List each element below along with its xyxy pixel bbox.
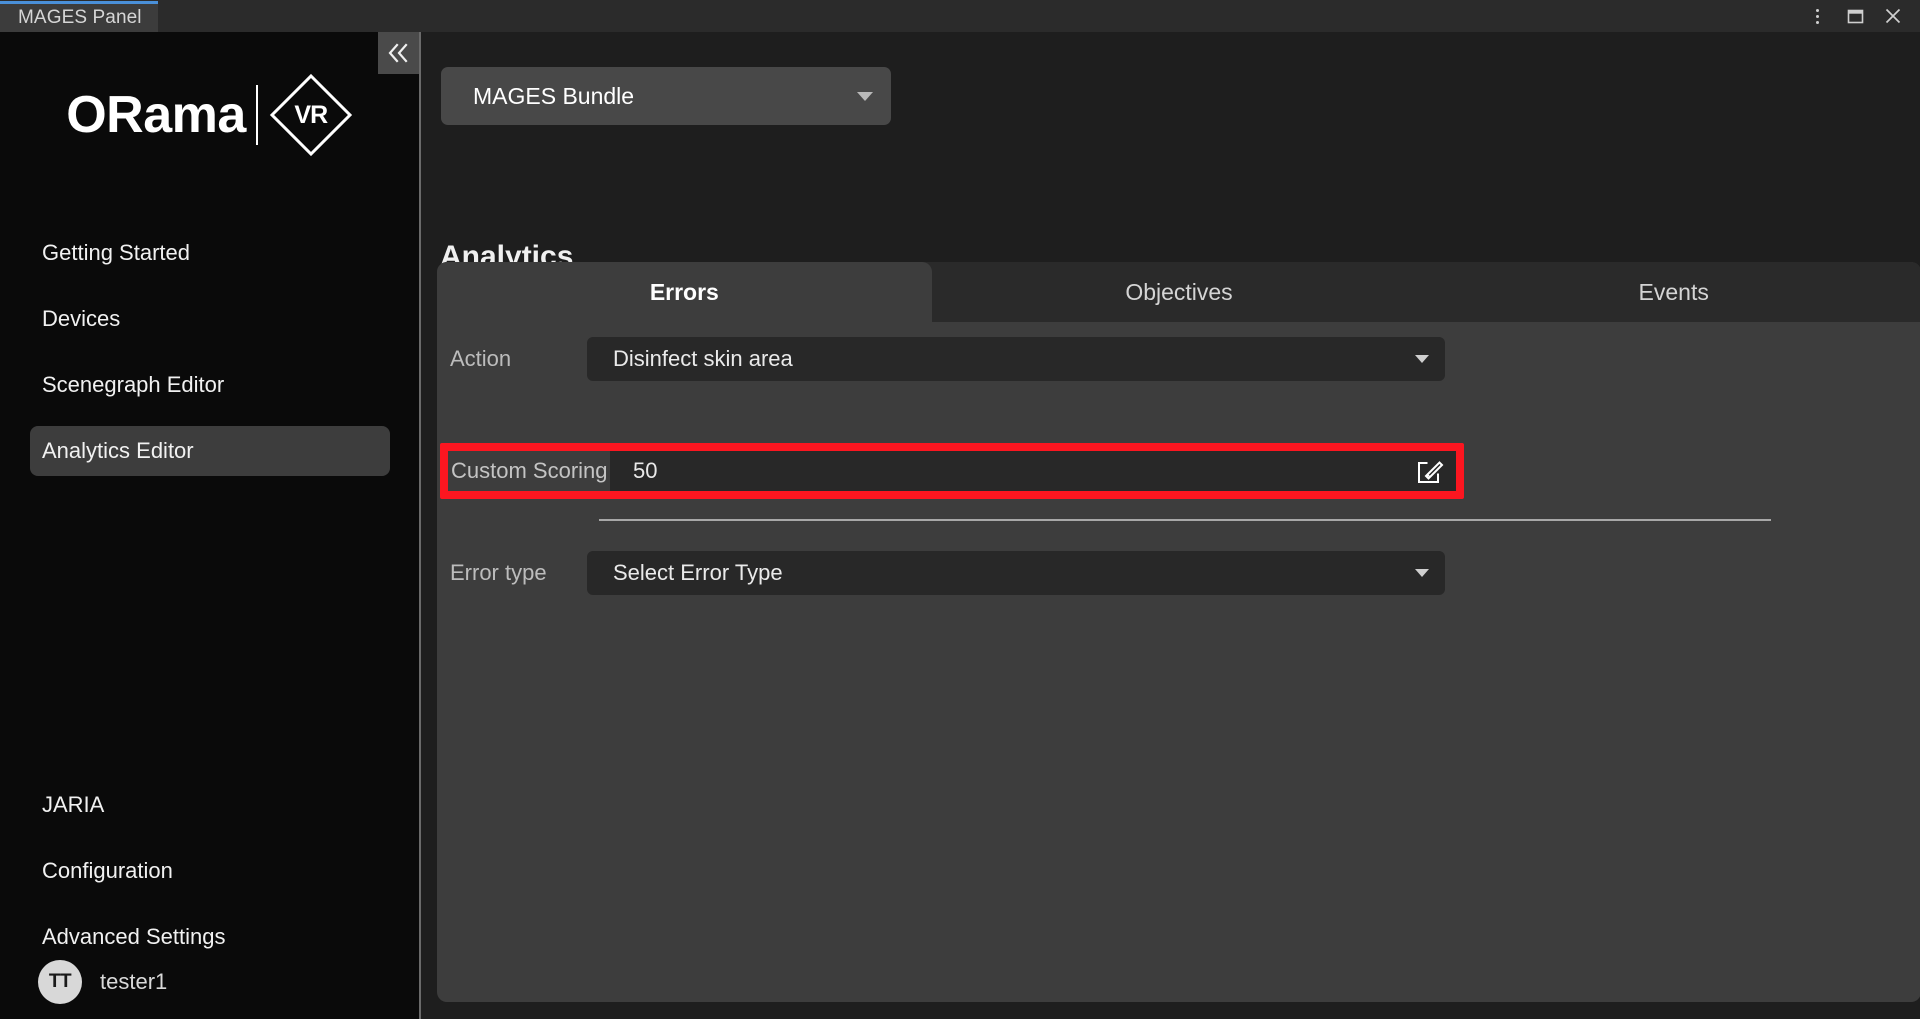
error-type-dropdown[interactable]: Select Error Type <box>587 551 1445 595</box>
sidebar-item-label: Analytics Editor <box>42 438 194 464</box>
sidebar-item-label: Advanced Settings <box>42 924 225 950</box>
chevron-down-icon <box>1415 355 1429 363</box>
close-button[interactable] <box>1876 1 1910 31</box>
close-icon <box>1884 7 1902 25</box>
maximize-icon <box>1847 8 1864 25</box>
maximize-button[interactable] <box>1838 1 1872 31</box>
action-row: Action Disinfect skin area <box>437 322 1920 396</box>
window-titlebar: MAGES Panel <box>0 0 1920 32</box>
error-type-label: Error type <box>437 560 587 586</box>
sidebar-item-label: Getting Started <box>42 240 190 266</box>
edit-icon <box>1414 455 1446 487</box>
chevron-down-icon <box>1415 569 1429 577</box>
brand-logo-vr-label: VR <box>268 72 354 158</box>
window-tab-mages-panel[interactable]: MAGES Panel <box>0 1 158 32</box>
tab-errors[interactable]: Errors <box>437 262 932 322</box>
chevron-double-left-icon <box>386 42 412 64</box>
sidebar-item-label: Configuration <box>42 858 173 884</box>
more-options-button[interactable] <box>1800 1 1834 31</box>
tab-label: Objectives <box>1125 279 1232 306</box>
brand-logo-separator <box>256 85 258 145</box>
chevron-down-icon <box>857 92 873 101</box>
sidebar-nav-top: Getting Started Devices Scenegraph Edito… <box>0 228 420 492</box>
window-tab-label: MAGES Panel <box>18 7 142 29</box>
brand-logo: ORama VR <box>0 72 420 158</box>
tab-label: Errors <box>650 279 719 306</box>
action-label: Action <box>437 346 587 372</box>
form-divider <box>599 519 1771 521</box>
window-controls <box>1800 0 1910 32</box>
edit-button[interactable] <box>1414 455 1446 487</box>
sidebar-item-label: JARIA <box>42 792 104 818</box>
bundle-select-dropdown[interactable]: MAGES Bundle <box>441 67 891 125</box>
user-name-label: tester1 <box>100 969 167 995</box>
sidebar-nav-bottom: JARIA Configuration Advanced Settings <box>0 780 420 978</box>
avatar: TT <box>38 960 82 1004</box>
action-dropdown[interactable]: Disinfect skin area <box>587 337 1445 381</box>
sidebar-item-advanced-settings[interactable]: Advanced Settings <box>30 912 390 962</box>
sidebar-item-getting-started[interactable]: Getting Started <box>30 228 390 278</box>
sidebar-item-jaria[interactable]: JARIA <box>30 780 390 830</box>
brand-logo-text: ORama <box>66 89 246 141</box>
tab-objectives[interactable]: Objectives <box>932 262 1427 322</box>
bundle-select-value: MAGES Bundle <box>473 83 634 110</box>
sidebar-user-row[interactable]: TT tester1 <box>38 960 167 1004</box>
tab-label: Events <box>1639 279 1709 306</box>
sidebar-item-analytics-editor[interactable]: Analytics Editor <box>30 426 390 476</box>
analytics-panel: Errors Objectives Events Action Disinfec… <box>437 262 1920 1002</box>
analytics-tab-bar: Errors Objectives Events <box>437 262 1920 322</box>
sidebar-item-label: Scenegraph Editor <box>42 372 224 398</box>
custom-scoring-value: 50 <box>633 458 657 484</box>
custom-scoring-input[interactable]: 50 <box>610 451 1456 491</box>
custom-scoring-label: Custom Scoring <box>448 451 610 491</box>
action-value: Disinfect skin area <box>613 346 793 372</box>
sidebar: ORama VR Getting Started Devices Scenegr… <box>0 32 420 1019</box>
sidebar-collapse-button[interactable] <box>378 32 420 74</box>
sidebar-item-label: Devices <box>42 306 120 332</box>
more-options-icon <box>1816 9 1819 24</box>
brand-logo-diamond: VR <box>268 72 354 158</box>
sidebar-item-scenegraph-editor[interactable]: Scenegraph Editor <box>30 360 390 410</box>
tab-events[interactable]: Events <box>1426 262 1920 322</box>
error-type-row: Error type Select Error Type <box>437 536 1920 610</box>
errors-form: Action Disinfect skin area Custom Scorin… <box>437 322 1920 396</box>
sidebar-item-configuration[interactable]: Configuration <box>30 846 390 896</box>
error-type-value: Select Error Type <box>613 560 783 586</box>
main-content: MAGES Bundle Analytics Errors Objectives… <box>421 32 1920 1019</box>
sidebar-item-devices[interactable]: Devices <box>30 294 390 344</box>
app-body: ORama VR Getting Started Devices Scenegr… <box>0 32 1920 1019</box>
custom-scoring-row: Custom Scoring 50 <box>448 451 1456 491</box>
